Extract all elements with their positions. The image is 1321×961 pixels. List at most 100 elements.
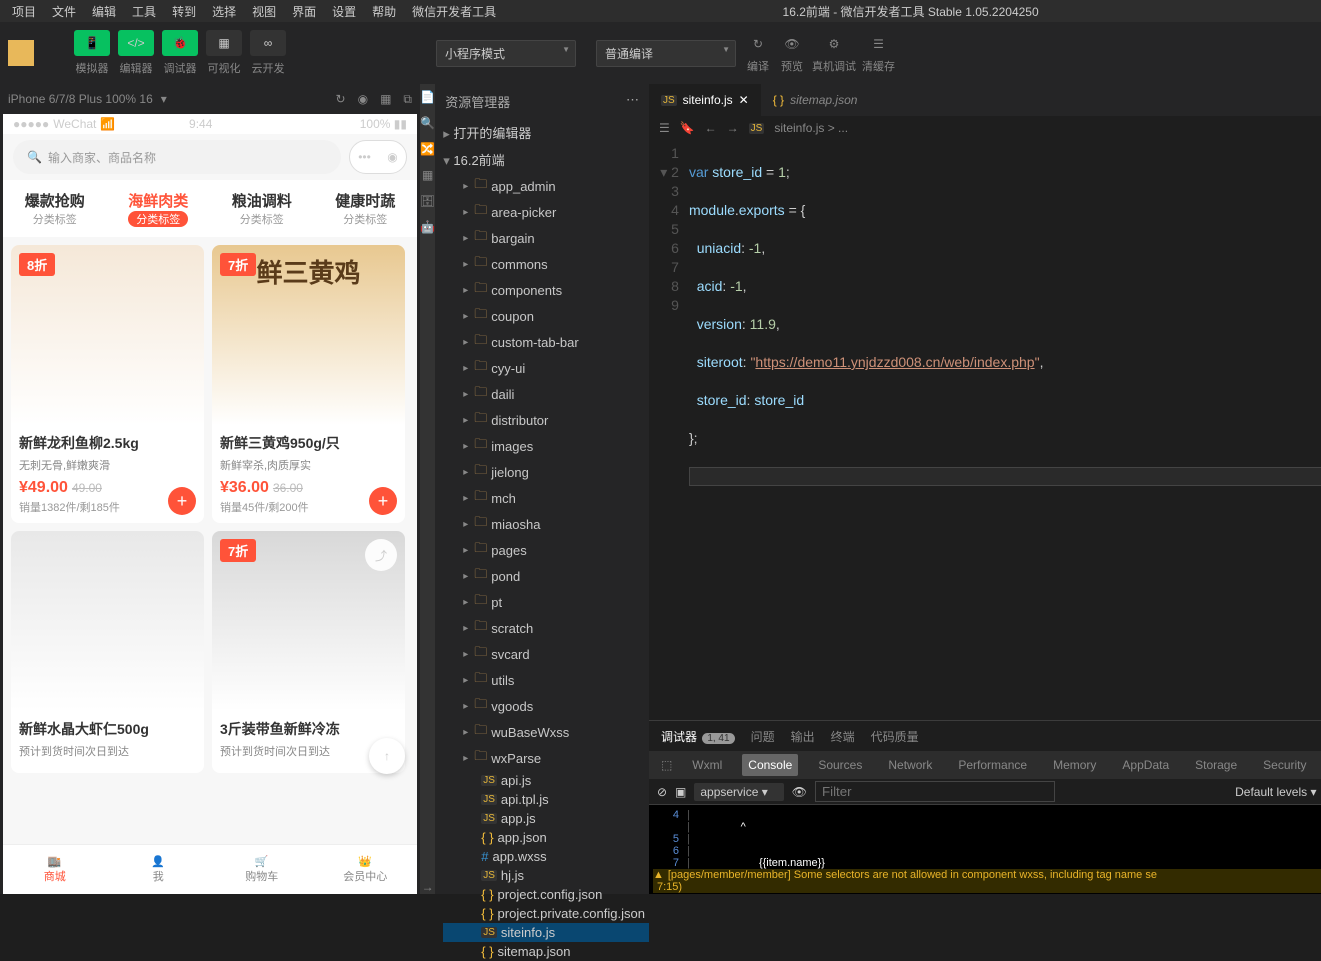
folder-item[interactable]: 🗀 pond <box>443 563 649 589</box>
capsule-button[interactable]: •••◉ <box>349 140 407 174</box>
file-item[interactable]: JS siteinfo.js <box>443 923 649 942</box>
code-editor[interactable]: 1▾ 23456789 var store_id = 1; module.exp… <box>649 140 1321 720</box>
category-tab[interactable]: 健康时蔬分类标签 <box>335 190 395 227</box>
folder-item[interactable]: 🗀 distributor <box>443 407 649 433</box>
debugger-tab[interactable]: 调试器 1, 41 <box>661 728 735 745</box>
folder-item[interactable]: 🗀 custom-tab-bar <box>443 329 649 355</box>
search-icon[interactable]: 🔍 <box>420 116 435 130</box>
mode-dropdown[interactable]: 小程序模式 <box>436 40 576 67</box>
folder-item[interactable]: 🗀 utils <box>443 667 649 693</box>
add-to-cart-button[interactable]: + <box>168 487 196 515</box>
arrow-icon[interactable]: → <box>422 880 434 894</box>
product-card[interactable]: 7折⤴ 3斤装带鱼新鲜冷冻预计到货时间次日到达 <box>212 531 405 773</box>
folder-item[interactable]: 🗀 wxParse <box>443 745 649 771</box>
folder-item[interactable]: 🗀 mch <box>443 485 649 511</box>
elements-picker-icon[interactable]: ⬚ <box>661 758 672 772</box>
record-icon[interactable]: ◉ <box>358 92 368 107</box>
file-item[interactable]: JS hj.js <box>443 866 649 885</box>
folder-item[interactable]: 🗀 daili <box>443 381 649 407</box>
back-icon[interactable]: ← <box>705 121 717 135</box>
devtools-tab[interactable]: Wxml <box>686 754 728 776</box>
toggle-panel-icon[interactable]: ☰ <box>659 121 670 135</box>
back-to-top-button[interactable]: ↑ <box>369 738 405 774</box>
menu-item[interactable]: 编辑 <box>84 1 124 22</box>
output-tab[interactable]: 输出 <box>791 728 815 745</box>
forward-icon[interactable]: → <box>727 121 739 135</box>
menu-item[interactable]: 转到 <box>164 1 204 22</box>
remote-debug-icon[interactable]: ⚙ <box>820 32 848 56</box>
database-icon[interactable]: 🗄 <box>420 194 435 208</box>
menu-item[interactable]: 选择 <box>204 1 244 22</box>
levels-dropdown[interactable]: Default levels ▾ <box>1235 785 1316 799</box>
devtools-tab[interactable]: Security <box>1257 754 1312 776</box>
nav-cart[interactable]: 🛒购物车 <box>210 845 314 894</box>
file-item[interactable]: JS app.js <box>443 809 649 828</box>
device-selector[interactable]: iPhone 6/7/8 Plus 100% 16 <box>8 92 153 106</box>
file-item[interactable]: { } project.config.json <box>443 885 649 904</box>
eye-icon[interactable]: 👁 <box>792 785 807 799</box>
source-control-icon[interactable]: 🔀 <box>420 142 435 156</box>
grid-icon[interactable]: ▦ <box>380 92 391 107</box>
folder-item[interactable]: 🗀 cyy-ui <box>443 355 649 381</box>
devtools-tab[interactable]: Network <box>882 754 938 776</box>
console-output[interactable]: 4| | ^5| 6| 7| {{item.name}}▲[pages/memb… <box>649 805 1321 894</box>
devtools-tab[interactable]: Storage <box>1189 754 1243 776</box>
scope-dropdown[interactable]: appservice ▾ <box>694 783 783 801</box>
menu-item[interactable]: 项目 <box>4 1 44 22</box>
refresh-icon[interactable]: ↻ <box>336 92 346 107</box>
add-to-cart-button[interactable]: + <box>369 487 397 515</box>
devtools-tab[interactable]: Memory <box>1047 754 1102 776</box>
editor-icon[interactable]: </> <box>118 30 154 56</box>
app-avatar[interactable] <box>8 40 34 66</box>
folder-item[interactable]: 🗀 commons <box>443 251 649 277</box>
menu-item[interactable]: 文件 <box>44 1 84 22</box>
compile-dropdown[interactable]: 普通编译 <box>596 40 736 67</box>
breadcrumb[interactable]: siteinfo.js > ... <box>774 121 848 135</box>
share-icon[interactable]: ⤴ <box>365 539 397 571</box>
file-item[interactable]: { } sitemap.json <box>443 942 649 961</box>
menu-item[interactable]: 界面 <box>284 1 324 22</box>
bot-icon[interactable]: 🤖 <box>420 220 435 234</box>
clear-console-icon[interactable]: ⊘ <box>657 785 667 799</box>
devtools-tab[interactable]: Console <box>742 754 798 776</box>
file-item[interactable]: { } app.json <box>443 828 649 847</box>
file-item[interactable]: JS api.tpl.js <box>443 790 649 809</box>
open-editors-section[interactable]: 打开的编辑器 <box>435 119 649 146</box>
file-item[interactable]: # app.wxss <box>443 847 649 866</box>
file-item[interactable]: { } project.private.config.json <box>443 904 649 923</box>
folder-item[interactable]: 🗀 jielong <box>443 459 649 485</box>
explorer-icon[interactable]: 📄 <box>420 90 435 104</box>
nav-me[interactable]: 👤我 <box>107 845 211 894</box>
devtools-tab[interactable]: AppData <box>1116 754 1175 776</box>
problems-tab[interactable]: 问题 <box>751 728 775 745</box>
category-tab[interactable]: 粮油调料分类标签 <box>232 190 292 227</box>
menu-item[interactable]: 设置 <box>324 1 364 22</box>
root-folder[interactable]: 16.2前端 <box>435 146 649 173</box>
editor-tab[interactable]: { }sitemap.json <box>761 84 870 116</box>
menu-item[interactable]: 微信开发者工具 <box>404 1 504 22</box>
folder-item[interactable]: 🗀 pages <box>443 537 649 563</box>
folder-item[interactable]: 🗀 images <box>443 433 649 459</box>
menu-item[interactable]: 帮助 <box>364 1 404 22</box>
terminal-tab[interactable]: 终端 <box>831 728 855 745</box>
category-tab[interactable]: 海鲜肉类分类标签 <box>128 190 188 227</box>
folder-item[interactable]: 🗀 area-picker <box>443 199 649 225</box>
folder-item[interactable]: 🗀 scratch <box>443 615 649 641</box>
simulator-icon[interactable]: 📱 <box>74 30 110 56</box>
close-icon[interactable]: ✕ <box>739 93 749 107</box>
folder-item[interactable]: 🗀 vgoods <box>443 693 649 719</box>
folder-item[interactable]: 🗀 coupon <box>443 303 649 329</box>
search-input[interactable]: 🔍输入商家、商品名称 <box>13 140 341 174</box>
product-card[interactable]: 8折 新鲜龙利鱼柳2.5kg无刺无骨,鲜嫩爽滑¥49.0049.00销量1382… <box>11 245 204 523</box>
folder-item[interactable]: 🗀 miaosha <box>443 511 649 537</box>
toggle-sidebar-icon[interactable]: ▣ <box>675 785 686 799</box>
compile-icon[interactable]: ↻ <box>744 32 772 56</box>
visual-icon[interactable]: ▦ <box>206 30 242 56</box>
product-card[interactable]: 鲜三黄鸡7折 新鲜三黄鸡950g/只新鲜宰杀,肉质厚实¥36.0036.00销量… <box>212 245 405 523</box>
preview-icon[interactable]: 👁 <box>778 32 806 56</box>
quality-tab[interactable]: 代码质量 <box>871 728 919 745</box>
filter-input[interactable] <box>815 781 1055 802</box>
file-item[interactable]: JS api.js <box>443 771 649 790</box>
extensions-icon[interactable]: ▦ <box>422 168 433 182</box>
menu-item[interactable]: 视图 <box>244 1 284 22</box>
